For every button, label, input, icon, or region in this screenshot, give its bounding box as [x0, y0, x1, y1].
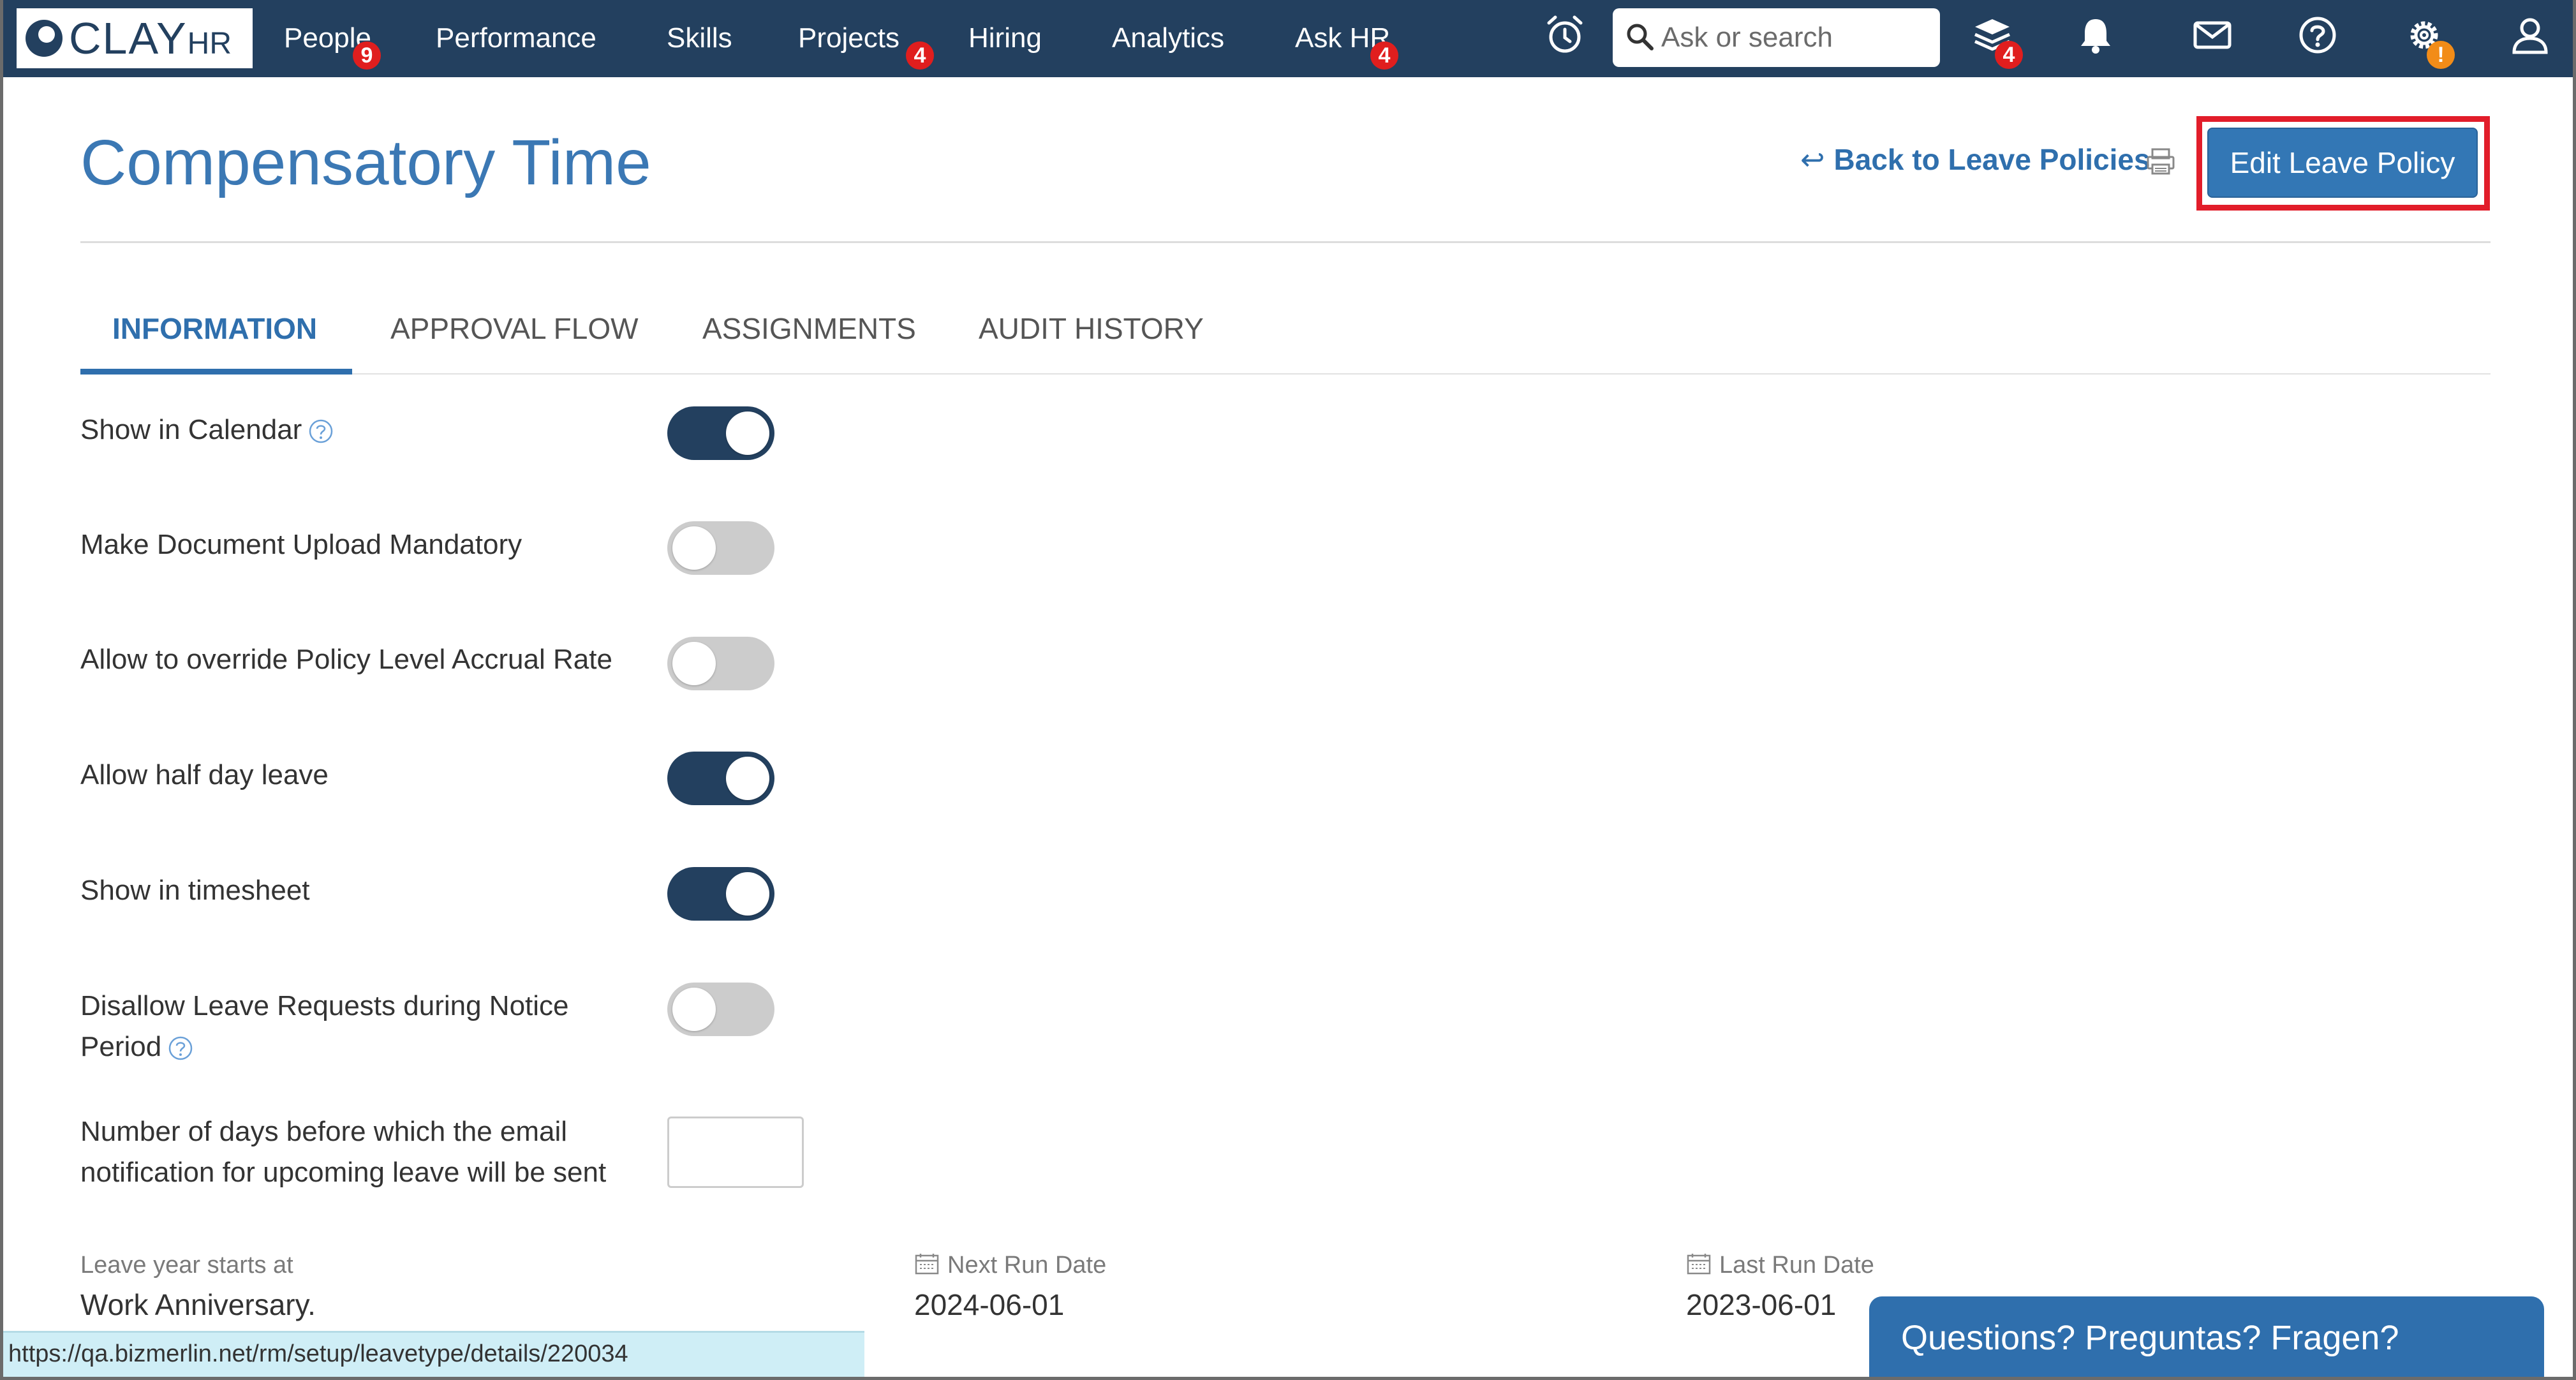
- top-navigation-bar: CLAYHR People 9 Performance Skills Proje…: [0, 0, 2576, 77]
- logo-mark-icon: [26, 20, 63, 57]
- nav-item-performance[interactable]: Performance: [436, 19, 596, 57]
- leave-year-value: Work Anniversary.: [80, 1288, 316, 1321]
- edit-leave-policy-button[interactable]: Edit Leave Policy: [2207, 128, 2478, 198]
- toggle-half-day-leave[interactable]: [667, 752, 774, 805]
- calendar-icon: [915, 1254, 939, 1275]
- toggle-disallow-notice-period[interactable]: [667, 983, 774, 1036]
- help-icon[interactable]: [2295, 13, 2340, 57]
- alarm-clock-icon[interactable]: [1543, 13, 1587, 57]
- help-circle-icon[interactable]: [308, 419, 334, 444]
- clayhr-logo[interactable]: CLAYHR: [17, 8, 253, 68]
- back-arrow-icon: ↩: [1800, 143, 1825, 176]
- mail-icon[interactable]: [2190, 13, 2235, 57]
- active-tab-indicator: [80, 369, 352, 375]
- setting-label-override-accrual-rate: Allow to override Policy Level Accrual R…: [80, 644, 612, 675]
- bell-icon[interactable]: [2073, 13, 2118, 57]
- setting-label-show-in-timesheet: Show in timesheet: [80, 875, 310, 906]
- setting-label-half-day-leave: Allow half day leave: [80, 759, 329, 790]
- nav-item-skills[interactable]: Skills: [667, 19, 732, 57]
- logo-text: CLAY: [69, 13, 188, 63]
- layers-badge: 4: [1995, 41, 2023, 69]
- toggle-knob: [672, 526, 716, 570]
- toggle-knob: [672, 642, 716, 685]
- logo-suffix: HR: [187, 27, 232, 61]
- nav-item-hiring[interactable]: Hiring: [968, 19, 1042, 57]
- user-icon[interactable]: [2508, 13, 2552, 57]
- projects-badge: 4: [906, 41, 934, 70]
- toggle-knob: [672, 988, 716, 1031]
- tab-assignments[interactable]: ASSIGNMENTS: [702, 309, 916, 348]
- setting-label-show-in-calendar: Show in Calendar: [80, 410, 655, 450]
- toggle-override-accrual-rate[interactable]: [667, 637, 774, 690]
- notification-days-label: Number of days before which the email no…: [80, 1116, 607, 1188]
- chat-widget-button[interactable]: Questions? Preguntas? Fragen?: [1869, 1296, 2544, 1380]
- next-run-label: Next Run Date: [914, 1249, 1106, 1281]
- browser-status-url: https://qa.bizmerlin.net/rm/setup/leavet…: [3, 1331, 864, 1377]
- toggle-knob: [726, 757, 769, 800]
- leave-year-label: Leave year starts at: [80, 1252, 293, 1279]
- last-run-value: 2023-06-01: [1686, 1288, 1837, 1321]
- tab-approval-flow[interactable]: APPROVAL FLOW: [390, 309, 639, 348]
- settings-alert-badge: !: [2427, 41, 2455, 69]
- ask-hr-badge: 4: [1370, 41, 1398, 70]
- header-divider: [80, 241, 2491, 243]
- setting-label-notice-period: Disallow Leave Requests during Notice Pe…: [80, 990, 569, 1062]
- toggle-knob: [726, 412, 769, 455]
- nav-item-projects[interactable]: Projects: [798, 19, 899, 57]
- calendar-icon: [1687, 1254, 1711, 1275]
- back-to-leave-policies-link[interactable]: ↩ Back to Leave Policies: [1800, 140, 2150, 179]
- search-input[interactable]: [1661, 15, 1929, 61]
- help-circle-icon[interactable]: [168, 1035, 193, 1061]
- tab-audit-history[interactable]: AUDIT HISTORY: [979, 309, 1204, 348]
- last-run-label: Last Run Date: [1686, 1249, 1874, 1281]
- toggle-show-in-calendar[interactable]: [667, 406, 774, 460]
- print-icon[interactable]: [2145, 145, 2177, 177]
- next-run-value: 2024-06-01: [914, 1288, 1065, 1321]
- setting-label-document-upload: Make Document Upload Mandatory: [80, 529, 522, 560]
- search-icon: [1627, 24, 1654, 50]
- nav-item-analytics[interactable]: Analytics: [1112, 19, 1224, 57]
- toggle-show-in-timesheet[interactable]: [667, 867, 774, 921]
- toggle-document-upload-mandatory[interactable]: [667, 521, 774, 575]
- page-title: Compensatory Time: [80, 127, 651, 198]
- search-box[interactable]: [1613, 8, 1940, 67]
- toggle-knob: [726, 872, 769, 916]
- tabs-divider: [80, 373, 2491, 375]
- people-badge: 9: [353, 41, 381, 70]
- notification-days-input[interactable]: [667, 1117, 804, 1188]
- tab-information[interactable]: INFORMATION: [112, 309, 317, 348]
